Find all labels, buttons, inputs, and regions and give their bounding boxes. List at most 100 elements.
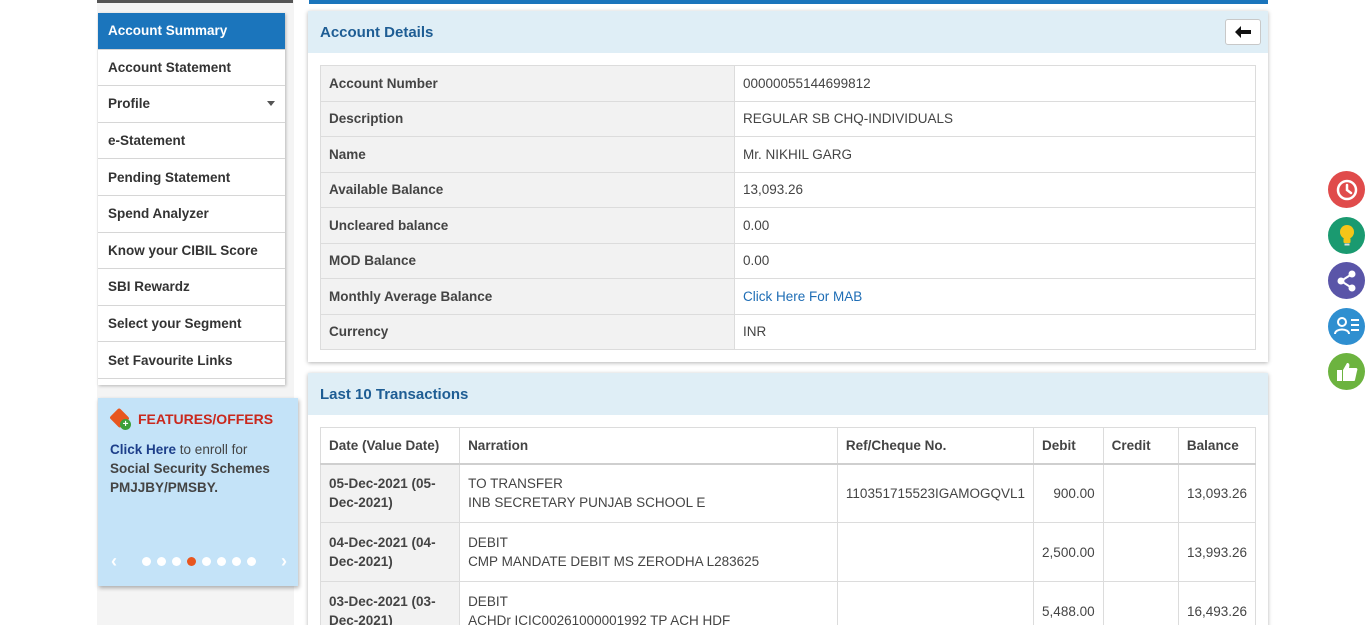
tx-balance: 13,093.26 [1177,463,1257,523]
detail-row: Monthly Average Balance Click Here For MA… [320,278,1256,315]
sidebar-item-label: Pending Statement [108,169,231,185]
thumbs-up-icon[interactable] [1328,353,1365,390]
tx-ref [836,522,1035,582]
detail-label: Description [320,100,735,137]
detail-row: Currency INR [320,313,1256,350]
detail-row: MOD Balance 0.00 [320,242,1256,279]
sidebar-item-account-summary[interactable]: Account Summary [98,13,285,50]
detail-row: Description REGULAR SB CHQ-INDIVIDUALS [320,100,1256,137]
tx-ref: 110351715523IGAMOGQVL1 [836,463,1035,523]
tx-ref [836,581,1035,625]
offer-tag-icon: + [109,407,131,430]
tx-date: 04-Dec-2021 (04-Dec-2021) [319,522,461,582]
back-button[interactable] [1225,19,1261,45]
features-header: + FEATURES/OFFERS [109,407,273,430]
tx-debit: 5,488.00 [1033,581,1104,625]
sidebar-item-account-statement[interactable]: Account Statement [98,50,285,87]
share-icon[interactable] [1328,262,1365,299]
detail-value: Mr. NIKHIL GARG [734,136,1256,173]
lightbulb-icon[interactable] [1328,216,1365,254]
features-text-mid: to enroll for [176,442,248,457]
detail-value: REGULAR SB CHQ-INDIVIDUALS [734,100,1256,137]
sidebar-item-label: e-Statement [108,133,186,149]
tx-date: 03-Dec-2021 (03-Dec-2021) [319,581,461,625]
sidebar-item-label: Account Summary [108,23,228,39]
sidebar-item-label: Know your CIBIL Score [108,242,258,258]
sidebar-item-spend-analyzer[interactable]: Spend Analyzer [98,196,285,233]
tx-balance: 16,493.26 [1177,581,1257,625]
panel-title: Account Details [320,23,434,41]
detail-value: INR [734,313,1256,350]
profile-list-icon[interactable] [1328,307,1365,345]
tx-narration: TO TRANSFER INB SECRETARY PUNJAB SCHOOL E [459,463,838,523]
tx-credit [1102,522,1179,582]
detail-row: Available Balance 13,093.26 [320,171,1256,208]
tx-narration-line2: INB SECRETARY PUNJAB SCHOOL E [468,495,706,511]
account-details-table: Account Number 00000055144699812 Descripti… [320,65,1256,350]
sidebar-item-cibil-score[interactable]: Know your CIBIL Score [98,233,285,270]
clock-icon[interactable] [1328,171,1365,208]
enroll-link[interactable]: Click Here [110,442,176,457]
column-header: Credit [1102,427,1179,465]
tx-narration-line2: CMP MANDATE DEBIT MS ZERODHA L283625 [468,554,760,569]
carousel-dot[interactable] [217,556,226,566]
mab-link[interactable]: Click Here For MAB [743,289,862,304]
arrow-left-icon [1235,26,1251,38]
detail-value: 00000055144699812 [734,65,1256,102]
column-header: Balance [1177,427,1257,465]
features-text: Click Here to enroll for Social Security… [110,440,290,497]
carousel-dots [142,556,256,566]
left-top-bar [97,0,293,3]
account-details-panel: Account Details Account Number 0000005514… [308,11,1268,362]
sidebar-item-pending-statement[interactable]: Pending Statement [98,159,285,196]
tx-narration-line2: ACHDr ICIC00261000001992 TP ACH HDF [468,613,731,625]
floating-action-icons [1328,171,1366,399]
tx-credit [1102,463,1179,523]
detail-value: 13,093.26 [734,171,1256,208]
column-header: Ref/Cheque No. [836,427,1035,465]
features-text-rest: Social Security Schemes PMJJBY/PMSBY. [110,461,270,495]
sidebar-item-select-segment[interactable]: Select your Segment [98,306,285,343]
tx-narration-line1: DEBIT [468,535,508,550]
next-arrow-icon[interactable]: › [281,551,287,572]
sidebar-item-favourite-links[interactable]: Set Favourite Links [98,342,285,379]
detail-label: Account Number [320,65,735,102]
detail-value-cell: Click Here For MAB [734,278,1256,315]
table-header-row: Date (Value Date) Narration Ref/Cheque No.… [319,427,1257,465]
sidebar-item-label: Spend Analyzer [108,206,209,222]
tx-narration: DEBIT CMP MANDATE DEBIT MS ZERODHA L28362… [459,522,838,582]
carousel-dot[interactable] [247,556,256,566]
sidebar-item-e-statement[interactable]: e-Statement [98,123,285,160]
transactions-header: Last 10 Transactions [308,373,1268,415]
panel-title: Last 10 Transactions [320,385,469,403]
detail-value: 0.00 [734,242,1256,279]
carousel-dot[interactable] [202,556,211,566]
tx-debit: 2,500.00 [1033,522,1104,582]
sidebar-item-sbi-rewardz[interactable]: SBI Rewardz [98,269,285,306]
carousel-dot[interactable] [232,556,241,566]
carousel-dot[interactable] [172,556,181,566]
carousel-dot[interactable] [187,556,196,566]
tx-narration-line1: DEBIT [468,594,508,609]
detail-label: Currency [320,313,735,350]
detail-label: Name [320,136,735,173]
table-row: 05-Dec-2021 (05-Dec-2021) TO TRANSFER INB … [319,463,1257,523]
tx-credit [1102,581,1179,625]
column-header: Date (Value Date) [319,427,461,465]
prev-arrow-icon[interactable]: ‹ [111,551,117,572]
detail-label: MOD Balance [320,242,735,279]
detail-label: Uncleared balance [320,207,735,244]
detail-row: Account Number 00000055144699812 [320,65,1256,102]
account-details-header: Account Details [308,11,1268,53]
detail-label: Monthly Average Balance [320,278,735,315]
sidebar-menu: Account Summary Account Statement Profil… [98,13,285,385]
sidebar-item-profile[interactable]: Profile [98,86,285,123]
tx-narration: DEBIT ACHDr ICIC00261000001992 TP ACH HDF [459,581,838,625]
sidebar-item-label: Account Statement [108,59,232,75]
column-header: Debit [1033,427,1104,465]
detail-value: 0.00 [734,207,1256,244]
carousel-dot[interactable] [142,556,151,566]
column-header: Narration [459,427,838,465]
carousel-dot[interactable] [157,556,166,566]
sidebar-item-label: Profile [108,96,151,112]
